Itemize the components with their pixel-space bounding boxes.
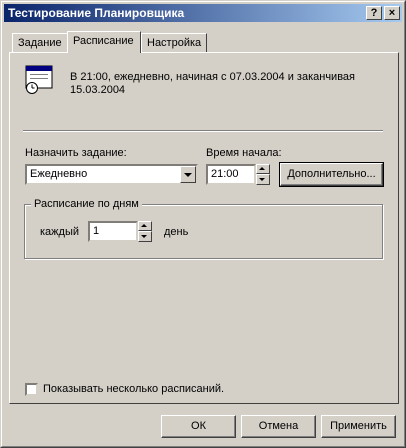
every-days-up-button[interactable] — [138, 221, 152, 231]
schedule-summary-line1: В 21:00, ежедневно, начиная с 07.03.2004… — [70, 71, 355, 83]
every-label: каждый — [40, 226, 79, 238]
ok-button[interactable]: ОК — [161, 415, 236, 438]
start-time-value: 21:00 — [211, 168, 239, 180]
schedule-calendar-icon — [25, 65, 53, 94]
chevron-down-icon[interactable] — [180, 166, 196, 183]
schedule-type-label: Назначить задание: — [25, 147, 127, 159]
active-tab-joiner — [68, 52, 140, 54]
tab-schedule[interactable]: Расписание — [67, 31, 141, 53]
tab-task-label: Задание — [18, 37, 62, 49]
window-title: Тестирование Планировщика — [8, 6, 185, 20]
help-button[interactable]: ? — [366, 6, 382, 20]
tab-task[interactable]: Задание — [12, 33, 69, 52]
start-time-label: Время начала: — [206, 147, 282, 159]
close-button[interactable]: × — [384, 6, 400, 20]
every-days-input[interactable]: 1 — [88, 221, 138, 242]
tab-schedule-label: Расписание — [73, 35, 134, 47]
start-time-up-button[interactable] — [256, 164, 270, 174]
daily-schedule-group-title: Расписание по дням — [31, 198, 142, 210]
cancel-button[interactable]: Отмена — [241, 415, 316, 438]
schedule-type-value: Ежедневно — [30, 168, 88, 180]
title-bar[interactable]: Тестирование Планировщика ? × — [4, 4, 402, 22]
start-time-input[interactable]: 21:00 — [206, 164, 256, 185]
days-unit-label: день — [164, 226, 189, 238]
every-days-value: 1 — [93, 225, 100, 237]
schedule-summary-line2: 15.03.2004 — [70, 84, 126, 96]
scheduler-dialog: Тестирование Планировщика ? × Задание Ра… — [0, 0, 406, 448]
start-time-down-button[interactable] — [256, 174, 270, 185]
tab-settings[interactable]: Настройка — [141, 33, 207, 52]
tab-settings-label: Настройка — [147, 37, 202, 49]
multiple-schedules-label: Показывать несколько расписаний. — [43, 383, 225, 395]
advanced-button[interactable]: Дополнительно... — [279, 162, 384, 187]
multiple-schedules-checkbox[interactable] — [25, 383, 38, 396]
schedule-type-select[interactable]: Ежедневно — [25, 164, 198, 185]
every-days-down-button[interactable] — [138, 231, 152, 242]
apply-button[interactable]: Применить — [321, 415, 396, 438]
